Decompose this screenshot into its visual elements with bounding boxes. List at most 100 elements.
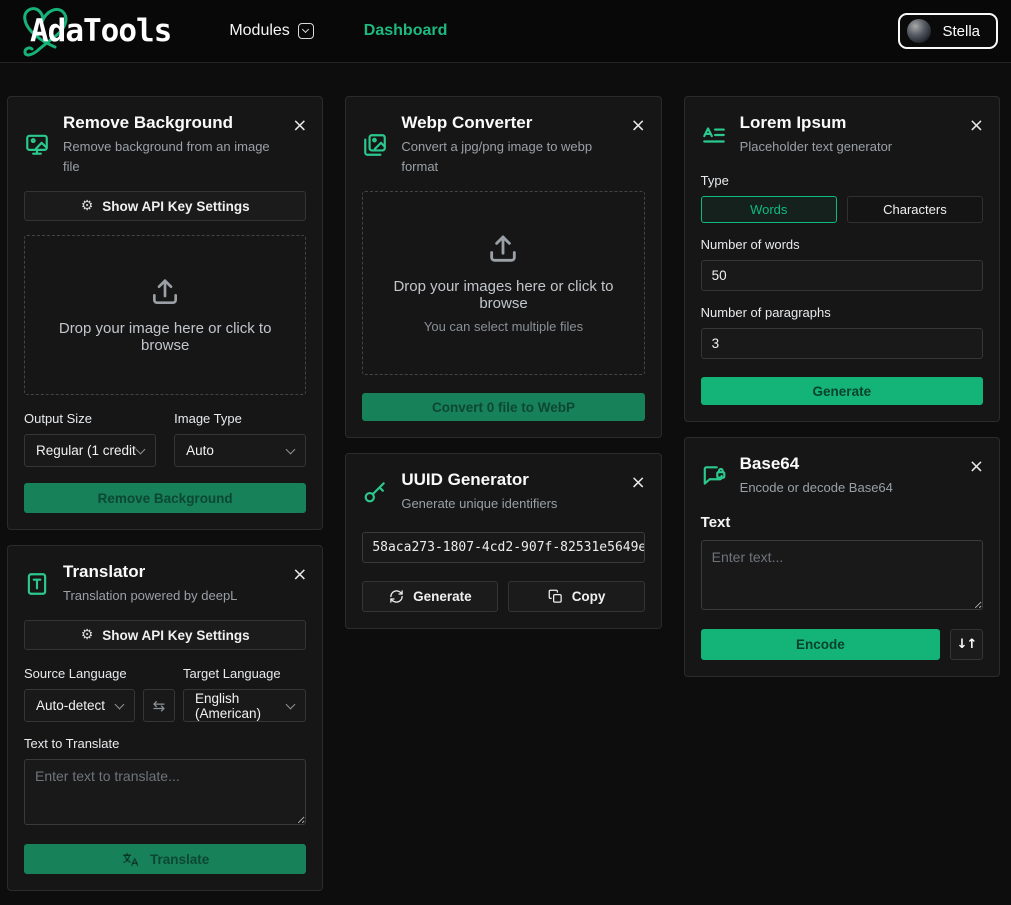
target-language-select[interactable]: English (American) [183,689,306,722]
dashboard-board: × Remove Background Remove background fr… [0,63,1011,891]
generate-lorem-button[interactable]: Generate [701,377,983,405]
swap-vertical-icon: ↓↑ [957,637,977,652]
card-subtitle: Remove background from an image file [63,137,284,177]
swap-horizontal-icon: ⇆ [153,697,166,715]
card-subtitle: Placeholder text generator [740,137,892,157]
upload-icon [149,276,181,308]
encode-button[interactable]: Encode [701,629,940,660]
modules-dropdown-icon [298,23,314,39]
card-header: Webp Converter Convert a jpg/png image t… [362,113,644,177]
chevron-down-icon [136,444,146,454]
card-subtitle: Convert a jpg/png image to webp format [401,137,622,177]
card-lorem-ipsum: × Lorem Ipsum Placeholder text generator… [684,96,1000,422]
close-icon[interactable]: × [969,117,984,135]
nav-modules-label: Modules [229,22,289,40]
remove-background-button[interactable]: Remove Background [24,483,306,513]
nav-modules[interactable]: Modules [229,22,313,40]
card-title: Lorem Ipsum [740,113,892,133]
translate-text-input[interactable] [24,759,306,825]
translate-icon [121,851,140,868]
language-row: Source Language Target Language Auto-det… [24,666,306,722]
brand-logo[interactable]: AdaTools [16,0,171,63]
card-header: UUID Generator Generate unique identifie… [362,470,644,514]
card-title: Webp Converter [401,113,622,133]
number-of-paragraphs-input[interactable] [701,328,983,359]
card-webp-converter: × Webp Converter Convert a jpg/png image… [345,96,661,438]
gear-icon: ⚙ [81,627,94,643]
dropzone-text: Drop your image here or click to browse [33,320,297,354]
card-subtitle: Generate unique identifiers [401,494,557,514]
brand-name: AdaTools [30,13,171,49]
board-column-3: × Lorem Ipsum Placeholder text generator… [684,96,1000,891]
card-title: Remove Background [63,113,284,133]
target-language-label: Target Language [183,666,306,681]
chevron-down-icon [286,444,296,454]
card-title: Translator [63,562,237,582]
card-subtitle: Encode or decode Base64 [740,478,893,498]
message-lock-icon [701,463,727,489]
close-icon[interactable]: × [292,566,307,584]
image-type-select[interactable]: Auto [174,434,306,467]
source-language-label: Source Language [24,666,175,681]
options-row: Output Size Regular (1 credit Image Type… [24,395,306,467]
dropzone-hint: You can select multiple files [424,319,583,334]
text-label: Text [701,514,983,531]
board-column-2: × Webp Converter Convert a jpg/png image… [345,96,661,891]
output-size-select[interactable]: Regular (1 credit [24,434,156,467]
text-to-translate-label: Text to Translate [24,736,306,751]
key-icon [362,479,388,505]
card-remove-background: × Remove Background Remove background fr… [7,96,323,530]
board-column-1: × Remove Background Remove background fr… [7,96,323,891]
swap-languages-button[interactable]: ⇆ [143,689,175,722]
uuid-value: 58aca273-1807-4cd2-907f-82531e5649ef [362,532,644,563]
number-of-paragraphs-label: Number of paragraphs [701,305,983,320]
navbar: AdaTools Modules Dashboard Stella [0,0,1011,63]
base64-actions: Encode ↓↑ [701,629,983,660]
avatar [907,19,931,43]
swap-mode-button[interactable]: ↓↑ [950,629,983,660]
nav-dashboard-label: Dashboard [364,22,448,40]
chevron-down-icon [286,699,296,709]
words-toggle[interactable]: Words [701,196,837,223]
card-header: Remove Background Remove background from… [24,113,306,177]
image-dropzone[interactable]: Drop your image here or click to browse [24,235,306,395]
monitor-image-icon [24,132,50,158]
number-of-words-label: Number of words [701,237,983,252]
source-language-select[interactable]: Auto-detect [24,689,135,722]
close-icon[interactable]: × [631,117,646,135]
user-menu-button[interactable]: Stella [898,13,998,49]
dropzone-text: Drop your images here or click to browse [371,278,635,312]
card-translator: × Translator Translation powered by deep… [7,545,323,891]
refresh-icon [389,589,404,604]
letter-text-icon [701,122,727,148]
convert-webp-button[interactable]: Convert 0 file to WebP [362,393,644,421]
copy-icon [548,589,563,604]
chevron-down-icon [115,699,125,709]
gear-icon: ⚙ [81,198,94,214]
nav-dashboard[interactable]: Dashboard [364,22,448,40]
upload-icon [486,232,520,266]
close-icon[interactable]: × [292,117,307,135]
characters-toggle[interactable]: Characters [847,196,983,223]
image-type-label: Image Type [174,411,306,426]
close-icon[interactable]: × [969,458,984,476]
images-icon [362,132,388,158]
uuid-actions: Generate Copy [362,581,644,612]
card-title: UUID Generator [401,470,557,490]
show-api-key-button[interactable]: ⚙ Show API Key Settings [24,191,306,221]
card-subtitle: Translation powered by deepL [63,586,237,606]
translate-button[interactable]: Translate [24,844,306,874]
card-title: Base64 [740,454,893,474]
show-api-key-button[interactable]: ⚙ Show API Key Settings [24,620,306,650]
number-of-words-input[interactable] [701,260,983,291]
generate-uuid-button[interactable]: Generate [362,581,498,612]
base64-text-input[interactable] [701,540,983,610]
translation-book-icon [24,571,50,597]
copy-uuid-button[interactable]: Copy [508,581,644,612]
card-header: Translator Translation powered by deepL [24,562,306,606]
close-icon[interactable]: × [631,474,646,492]
card-base64: × Base64 Encode or decode Base64 Text [684,437,1000,677]
card-header: Lorem Ipsum Placeholder text generator [701,113,983,157]
card-uuid-generator: × UUID Generator Generate unique identif… [345,453,661,629]
images-dropzone[interactable]: Drop your images here or click to browse… [362,191,644,375]
